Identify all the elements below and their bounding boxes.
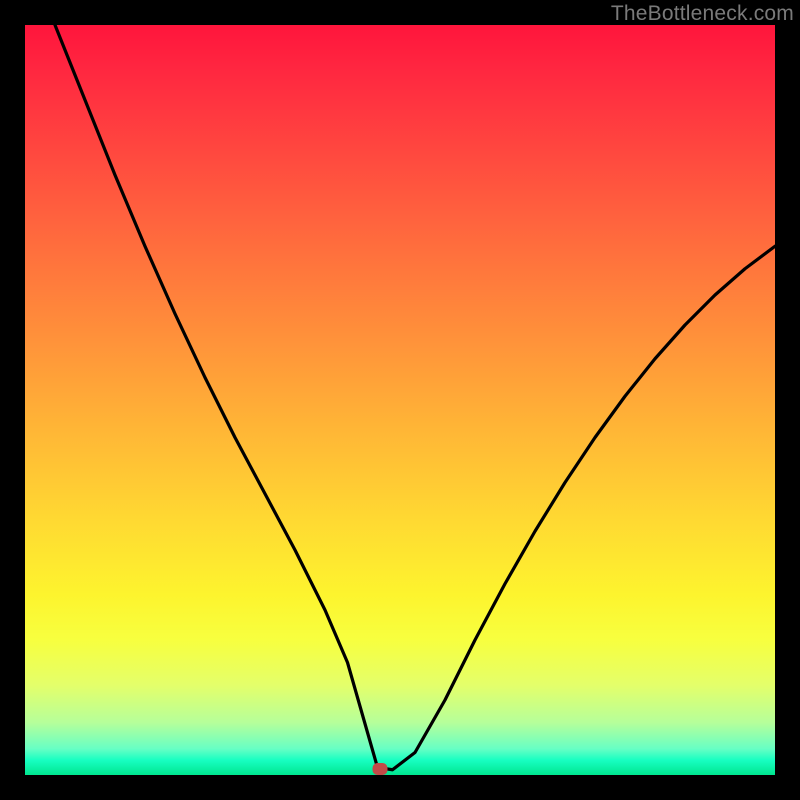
watermark-text: TheBottleneck.com (611, 2, 794, 26)
chart-frame: TheBottleneck.com (0, 0, 800, 800)
curve-svg (25, 25, 775, 775)
plot-area (25, 25, 775, 775)
bottleneck-curve (55, 25, 775, 770)
optimal-point-marker (372, 763, 387, 775)
